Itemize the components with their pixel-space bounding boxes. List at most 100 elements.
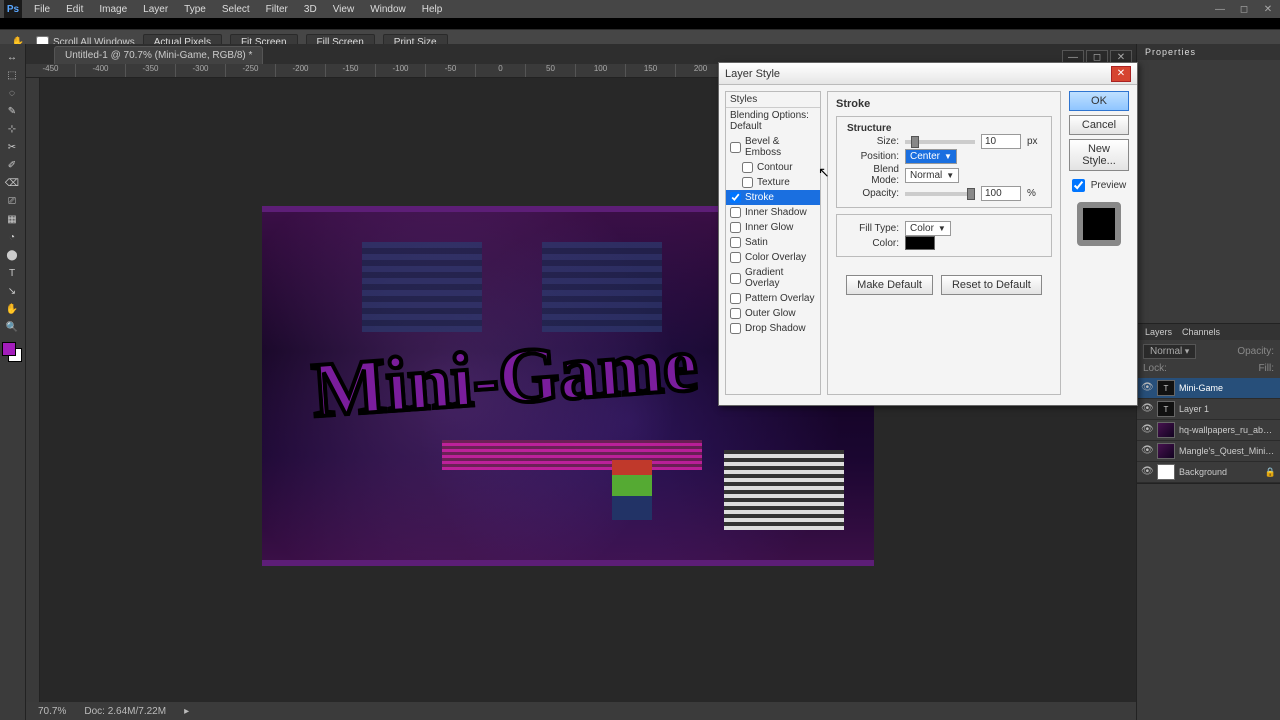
toolbox: ↔⬚◌✎⊹✂✐⌫⎚▦◔⬤T↘✋🔍 (0, 44, 26, 720)
preview-swatch (1077, 202, 1121, 246)
tool-4[interactable]: ⊹ (0, 120, 24, 138)
visibility-icon[interactable]: 👁 (1141, 403, 1153, 415)
dialog-title: Layer Style (725, 68, 1111, 80)
menu-layer[interactable]: Layer (135, 2, 176, 17)
tool-1[interactable]: ⬚ (0, 66, 24, 84)
layer-name: Layer 1 (1179, 404, 1276, 414)
visibility-icon[interactable]: 👁 (1141, 382, 1153, 394)
properties-panel-tab[interactable]: Properties (1137, 44, 1280, 60)
close-icon[interactable]: ✕ (1111, 66, 1131, 82)
effect-bevel-emboss[interactable]: Bevel & Emboss (726, 134, 820, 160)
menu-edit[interactable]: Edit (58, 2, 91, 17)
blending-options-row[interactable]: Blending Options: Default (726, 108, 820, 134)
close-icon[interactable]: ✕ (1256, 2, 1280, 16)
ruler-mark: 100 (576, 64, 626, 77)
effect-outer-glow[interactable]: Outer Glow (726, 306, 820, 321)
tool-3[interactable]: ✎ (0, 102, 24, 120)
tool-8[interactable]: ⎚ (0, 192, 24, 210)
menu-3d[interactable]: 3D (296, 2, 325, 17)
document-tab[interactable]: Untitled-1 @ 70.7% (Mini-Game, RGB/8) * (54, 46, 263, 64)
effect-stroke[interactable]: Stroke (726, 190, 820, 205)
layer-thumb: T (1157, 401, 1175, 417)
menu-view[interactable]: View (325, 2, 363, 17)
size-slider[interactable] (905, 140, 975, 144)
effect-color-overlay[interactable]: Color Overlay (726, 250, 820, 265)
effect-gradient-overlay[interactable]: Gradient Overlay (726, 265, 820, 291)
opacity-input[interactable]: 100 (981, 186, 1021, 201)
effect-inner-glow[interactable]: Inner Glow (726, 220, 820, 235)
tool-12[interactable]: T (0, 264, 24, 282)
window-controls: — ◻ ✕ (1208, 2, 1280, 16)
ruler-mark: 150 (626, 64, 676, 77)
vertical-ruler (26, 78, 40, 702)
preview-checkbox[interactable]: Preview (1072, 179, 1127, 192)
menu-window[interactable]: Window (362, 2, 414, 17)
ruler-mark: 0 (476, 64, 526, 77)
blend-mode-select[interactable]: Normal▼ (905, 168, 959, 183)
reset-default-button[interactable]: Reset to Default (941, 275, 1042, 295)
styles-header[interactable]: Styles (726, 92, 820, 108)
new-style-button[interactable]: New Style... (1069, 139, 1129, 171)
fill-type-select[interactable]: Color▼ (905, 221, 951, 236)
status-bar: 70.7% Doc: 2.64M/7.22M ▸ (26, 702, 1136, 720)
menu-file[interactable]: File (26, 2, 58, 17)
effect-pattern-overlay[interactable]: Pattern Overlay (726, 291, 820, 306)
tool-15[interactable]: 🔍 (0, 318, 24, 336)
channels-tab[interactable]: Channels (1182, 327, 1220, 337)
cancel-button[interactable]: Cancel (1069, 115, 1129, 135)
layer-name: Background (1179, 467, 1261, 477)
tool-0[interactable]: ↔ (0, 48, 24, 66)
blend-mode-select[interactable]: Normal ▾ (1143, 344, 1196, 359)
layer-row[interactable]: 👁Background🔒 (1137, 462, 1280, 483)
menu-help[interactable]: Help (414, 2, 451, 17)
tool-14[interactable]: ✋ (0, 300, 24, 318)
tool-10[interactable]: ◔ (0, 228, 24, 246)
layer-row[interactable]: 👁hq-wallpapers_ru_abstr... (1137, 420, 1280, 441)
tool-11[interactable]: ⬤ (0, 246, 24, 264)
tool-7[interactable]: ⌫ (0, 174, 24, 192)
make-default-button[interactable]: Make Default (846, 275, 933, 295)
effect-satin[interactable]: Satin (726, 235, 820, 250)
menu-filter[interactable]: Filter (258, 2, 296, 17)
ruler-mark: -300 (176, 64, 226, 77)
ruler-mark: -200 (276, 64, 326, 77)
layers-tab[interactable]: Layers (1145, 327, 1172, 337)
layer-row[interactable]: 👁Mangle's_Quest_Miniga... (1137, 441, 1280, 462)
position-select[interactable]: Center▼ (905, 149, 957, 164)
size-input[interactable]: 10 (981, 134, 1021, 149)
menu-type[interactable]: Type (176, 2, 214, 17)
tool-2[interactable]: ◌ (0, 84, 24, 102)
effect-drop-shadow[interactable]: Drop Shadow (726, 321, 820, 336)
maximize-icon[interactable]: ◻ (1232, 2, 1256, 16)
foreground-background-swatch[interactable] (0, 340, 24, 366)
effect-settings: Stroke Structure Size: 10 px Position: C… (827, 91, 1061, 395)
flyout-icon[interactable]: ▸ (184, 706, 189, 717)
visibility-icon[interactable]: 👁 (1141, 466, 1153, 478)
layer-row[interactable]: 👁TMini-Game (1137, 378, 1280, 399)
ok-button[interactable]: OK (1069, 91, 1129, 111)
layer-thumb (1157, 422, 1175, 438)
document-tab-bar: Untitled-1 @ 70.7% (Mini-Game, RGB/8) * … (26, 44, 1136, 64)
color-swatch[interactable] (905, 236, 935, 250)
effect-contour[interactable]: Contour (726, 160, 820, 175)
menu-select[interactable]: Select (214, 2, 258, 17)
minimize-icon[interactable]: — (1208, 2, 1232, 16)
fill-label: Fill: (1258, 363, 1274, 374)
color-label: Color: (843, 238, 899, 249)
dialog-titlebar[interactable]: Layer Style ✕ (719, 63, 1137, 85)
visibility-icon[interactable]: 👁 (1141, 424, 1153, 436)
right-panels: Properties Layers Channels Normal ▾ Opac… (1136, 44, 1280, 720)
opacity-slider[interactable] (905, 192, 975, 196)
effect-inner-shadow[interactable]: Inner Shadow (726, 205, 820, 220)
tool-9[interactable]: ▦ (0, 210, 24, 228)
effect-texture[interactable]: Texture (726, 175, 820, 190)
size-unit: px (1027, 136, 1038, 147)
tool-13[interactable]: ↘ (0, 282, 24, 300)
tool-5[interactable]: ✂ (0, 138, 24, 156)
menu-image[interactable]: Image (91, 2, 135, 17)
visibility-icon[interactable]: 👁 (1141, 445, 1153, 457)
layer-row[interactable]: 👁 T Layer 1 (1137, 399, 1280, 420)
tool-6[interactable]: ✐ (0, 156, 24, 174)
lock-label: Lock: (1143, 363, 1167, 374)
size-label: Size: (843, 136, 899, 147)
